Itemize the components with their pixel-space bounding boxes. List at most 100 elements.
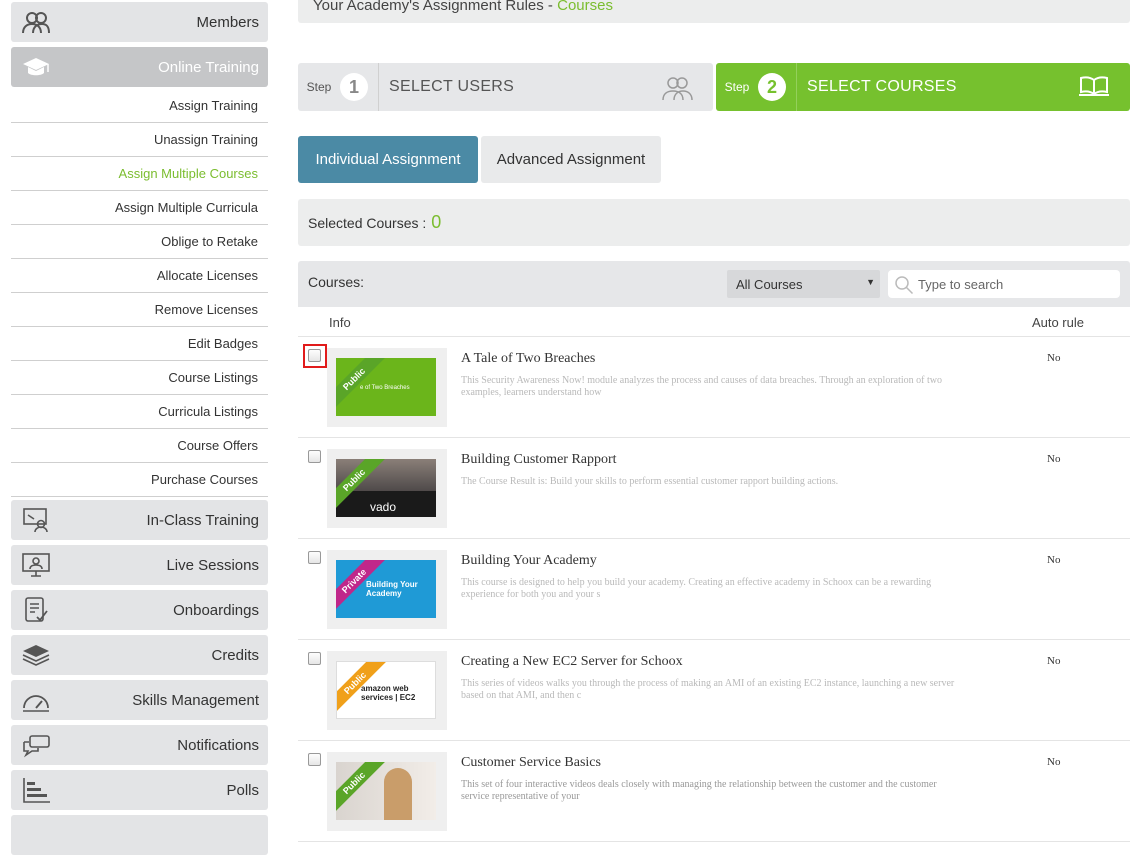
step-divider [378,63,379,111]
sub-item-purchase-courses[interactable]: Purchase Courses [11,463,268,497]
sub-item-curricula-listings[interactable]: Curricula Listings [11,395,268,429]
course-thumbnail[interactable]: amazon web services | EC2 Public [327,651,447,730]
sub-item-edit-badges[interactable]: Edit Badges [11,327,268,361]
nav-label: Polls [226,781,259,799]
thumbnail-image: vado Public [336,459,436,517]
gauge-icon [23,695,49,712]
search-placeholder: Type to search [918,277,1004,292]
course-description: This Security Awareness Now! module anal… [461,375,942,398]
selected-courses-bar: Selected Courses : 0 [298,199,1130,246]
bar-chart-icon [23,778,50,803]
thumbnail-image: Public [336,762,436,820]
course-thumbnail[interactable]: vado Public [327,449,447,528]
course-title[interactable]: Customer Service Basics [461,755,601,771]
graduation-cap-icon [23,58,49,76]
table-row: e of Two Breaches Public A Tale of Two B… [298,337,1130,438]
sub-item-remove-licenses[interactable]: Remove Licenses [11,293,268,327]
nav-onboardings[interactable]: Onboardings [11,590,268,630]
nav-online-training[interactable]: Online Training [11,47,268,87]
members-icon [22,12,50,34]
course-checkbox[interactable] [308,450,321,463]
step-word: Step [306,80,332,94]
course-checkbox[interactable] [308,349,321,362]
sub-item-course-listings[interactable]: Course Listings [11,361,268,395]
course-description: This set of four interactive videos deal… [461,779,937,802]
course-thumbnail[interactable]: e of Two Breaches Public [327,348,447,427]
courses-filter-select[interactable]: All Courses ▼ [727,270,880,298]
nav-polls[interactable]: Polls [11,770,268,810]
course-description: This course is designed to help you buil… [461,577,932,600]
layers-icon [22,645,50,666]
course-title[interactable]: Building Customer Rapport [461,452,617,468]
step-number: 1 [340,73,368,101]
sub-item-unassign-training[interactable]: Unassign Training [11,123,268,157]
auto-rule-value: No [1047,655,1061,667]
nav-label: Members [196,13,259,31]
col-info: Info [329,315,351,330]
courses-toolbar: Courses: All Courses ▼ Type to search [298,261,1130,307]
nav-credits[interactable]: Credits [11,635,268,675]
dropdown-arrow-icon: ▼ [866,277,875,287]
courses-table-header: Info Auto rule [298,307,1130,337]
checklist-icon [25,597,48,622]
selected-courses-count: 0 [431,212,442,232]
nav-label: Online Training [158,58,259,76]
step-word: Step [724,80,750,94]
sub-item-allocate-licenses[interactable]: Allocate Licenses [11,259,268,293]
sub-item-assign-training[interactable]: Assign Training [11,89,268,123]
filter-value: All Courses [736,277,803,292]
course-thumbnail[interactable]: Building Your Academy Private [327,550,447,629]
tab-advanced-assignment[interactable]: Advanced Assignment [481,136,661,183]
nav-notifications[interactable]: Notifications [11,725,268,765]
auto-rule-value: No [1047,756,1061,768]
thumbnail-text: amazon web services | EC2 [361,684,416,702]
nav-members[interactable]: Members [11,2,268,42]
course-checkbox[interactable] [308,753,321,766]
course-description: This series of videos walks you through … [461,678,955,701]
users-icon [662,77,693,101]
thumbnail-image: e of Two Breaches Public [336,358,436,416]
course-title[interactable]: A Tale of Two Breaches [461,351,595,367]
course-checkbox[interactable] [308,551,321,564]
step-select-users[interactable]: Step 1 SELECT USERS [298,63,713,111]
auto-rule-value: No [1047,352,1061,364]
course-description: The Course Result is: Build your skills … [461,476,839,487]
classroom-icon [23,508,48,533]
courses-label: Courses: [308,274,365,290]
step-divider [796,63,797,111]
step-select-courses[interactable]: Step 2 SELECT COURSES [716,63,1130,111]
course-title[interactable]: Creating a New EC2 Server for Schoox [461,654,683,670]
sub-item-oblige-to-retake[interactable]: Oblige to Retake [11,225,268,259]
chat-bubbles-icon [23,735,50,758]
selected-courses-label: Selected Courses : [308,214,427,231]
table-row: Building Your Academy Private Building Y… [298,539,1130,640]
table-row: Public Customer Service Basics This set … [298,741,1130,842]
step-label: SELECT COURSES [807,78,957,95]
table-row: vado Public Building Customer Rapport Th… [298,438,1130,539]
assignment-rules-bar: Your Academy's Assignment Rules - Course… [298,0,1130,23]
course-thumbnail[interactable]: Public [327,752,447,831]
sub-item-course-offers[interactable]: Course Offers [11,429,268,463]
nav-more[interactable] [11,815,268,855]
nav-live-sessions[interactable]: Live Sessions [11,545,268,585]
nav-in-class-training[interactable]: In-Class Training [11,500,268,540]
rules-bar-prefix: Your Academy's Assignment Rules - [313,0,558,14]
tab-individual-assignment[interactable]: Individual Assignment [298,136,478,183]
auto-rule-value: No [1047,554,1061,566]
nav-label: In-Class Training [146,511,259,529]
thumbnail-image: amazon web services | EC2 Public [336,661,436,719]
nav-skills-management[interactable]: Skills Management [11,680,268,720]
course-title[interactable]: Building Your Academy [461,553,597,569]
course-checkbox[interactable] [308,652,321,665]
sub-item-assign-multiple-curricula[interactable]: Assign Multiple Curricula [11,191,268,225]
open-book-icon [1079,76,1109,96]
search-icon [895,276,914,295]
rules-bar-link[interactable]: Courses [557,0,613,14]
monitor-user-icon [22,553,50,577]
step-number: 2 [758,73,786,101]
col-auto-rule: Auto rule [1031,315,1084,330]
course-search-input[interactable]: Type to search [888,270,1120,298]
thumbnail-text: Building Your Academy [366,580,418,598]
auto-rule-value: No [1047,453,1061,465]
sub-item-assign-multiple-courses[interactable]: Assign Multiple Courses [11,157,268,191]
